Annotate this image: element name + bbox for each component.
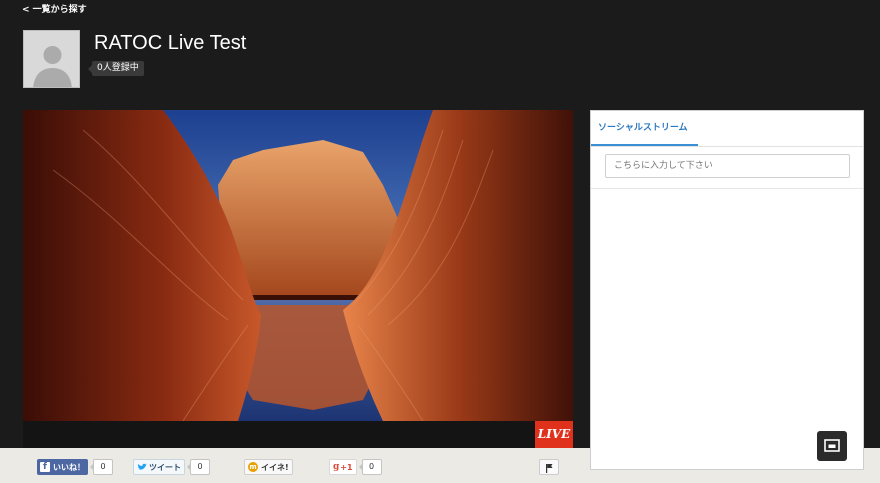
facebook-icon: f — [40, 462, 50, 472]
google-plus-icon: g — [333, 462, 340, 472]
comment-input[interactable] — [605, 154, 850, 178]
google-plus-label: +1 — [340, 462, 353, 472]
video-player[interactable]: LIVE — [23, 110, 573, 448]
facebook-like[interactable]: f いいね！ 0 — [37, 459, 113, 475]
tab-social-stream[interactable]: ソーシャルストリーム — [591, 111, 698, 146]
avatar — [23, 30, 80, 88]
player-control-bar[interactable] — [23, 421, 573, 448]
tweet-count: 0 — [187, 459, 210, 475]
popout-icon — [824, 439, 840, 452]
back-to-list-link[interactable]: < 一覧から探す — [22, 4, 87, 16]
tweet-button[interactable]: ツイート — [133, 459, 185, 475]
google-plus-button[interactable]: g +1 — [329, 459, 357, 475]
video-frame[interactable] — [23, 110, 573, 421]
mixi-check-button[interactable]: m イイネ! — [244, 459, 293, 475]
mixi-label: イイネ! — [261, 462, 289, 472]
google-plus-one[interactable]: g +1 0 — [329, 459, 382, 475]
social-stream-panel: ソーシャルストリーム — [590, 110, 864, 470]
facebook-like-button[interactable]: f いいね！ — [37, 459, 88, 475]
twitter-bird-icon — [137, 463, 147, 470]
panel-divider — [591, 188, 863, 189]
subscriber-count-badge: 0人登録中 — [88, 61, 144, 76]
popout-button[interactable] — [817, 431, 847, 461]
flag-icon — [546, 464, 553, 473]
facebook-like-label: いいね！ — [53, 462, 85, 472]
tweet[interactable]: ツイート 0 — [133, 459, 210, 475]
share-bar: f いいね！ 0 ツイート 0 m イイネ! g +1 0 — [23, 451, 573, 483]
panel-divider — [591, 146, 863, 147]
video-thumbnail-image — [23, 110, 573, 421]
tweet-label: ツイート — [149, 462, 181, 472]
google-plus-count: 0 — [358, 459, 382, 475]
live-badge: LIVE — [535, 421, 573, 448]
report-flag-button[interactable] — [539, 459, 559, 475]
facebook-like-count: 0 — [90, 459, 113, 475]
channel-title: RATOC Live Test — [94, 32, 247, 54]
default-avatar-icon — [33, 46, 72, 87]
mixi-check[interactable]: m イイネ! — [244, 459, 293, 475]
mixi-icon: m — [248, 462, 258, 472]
